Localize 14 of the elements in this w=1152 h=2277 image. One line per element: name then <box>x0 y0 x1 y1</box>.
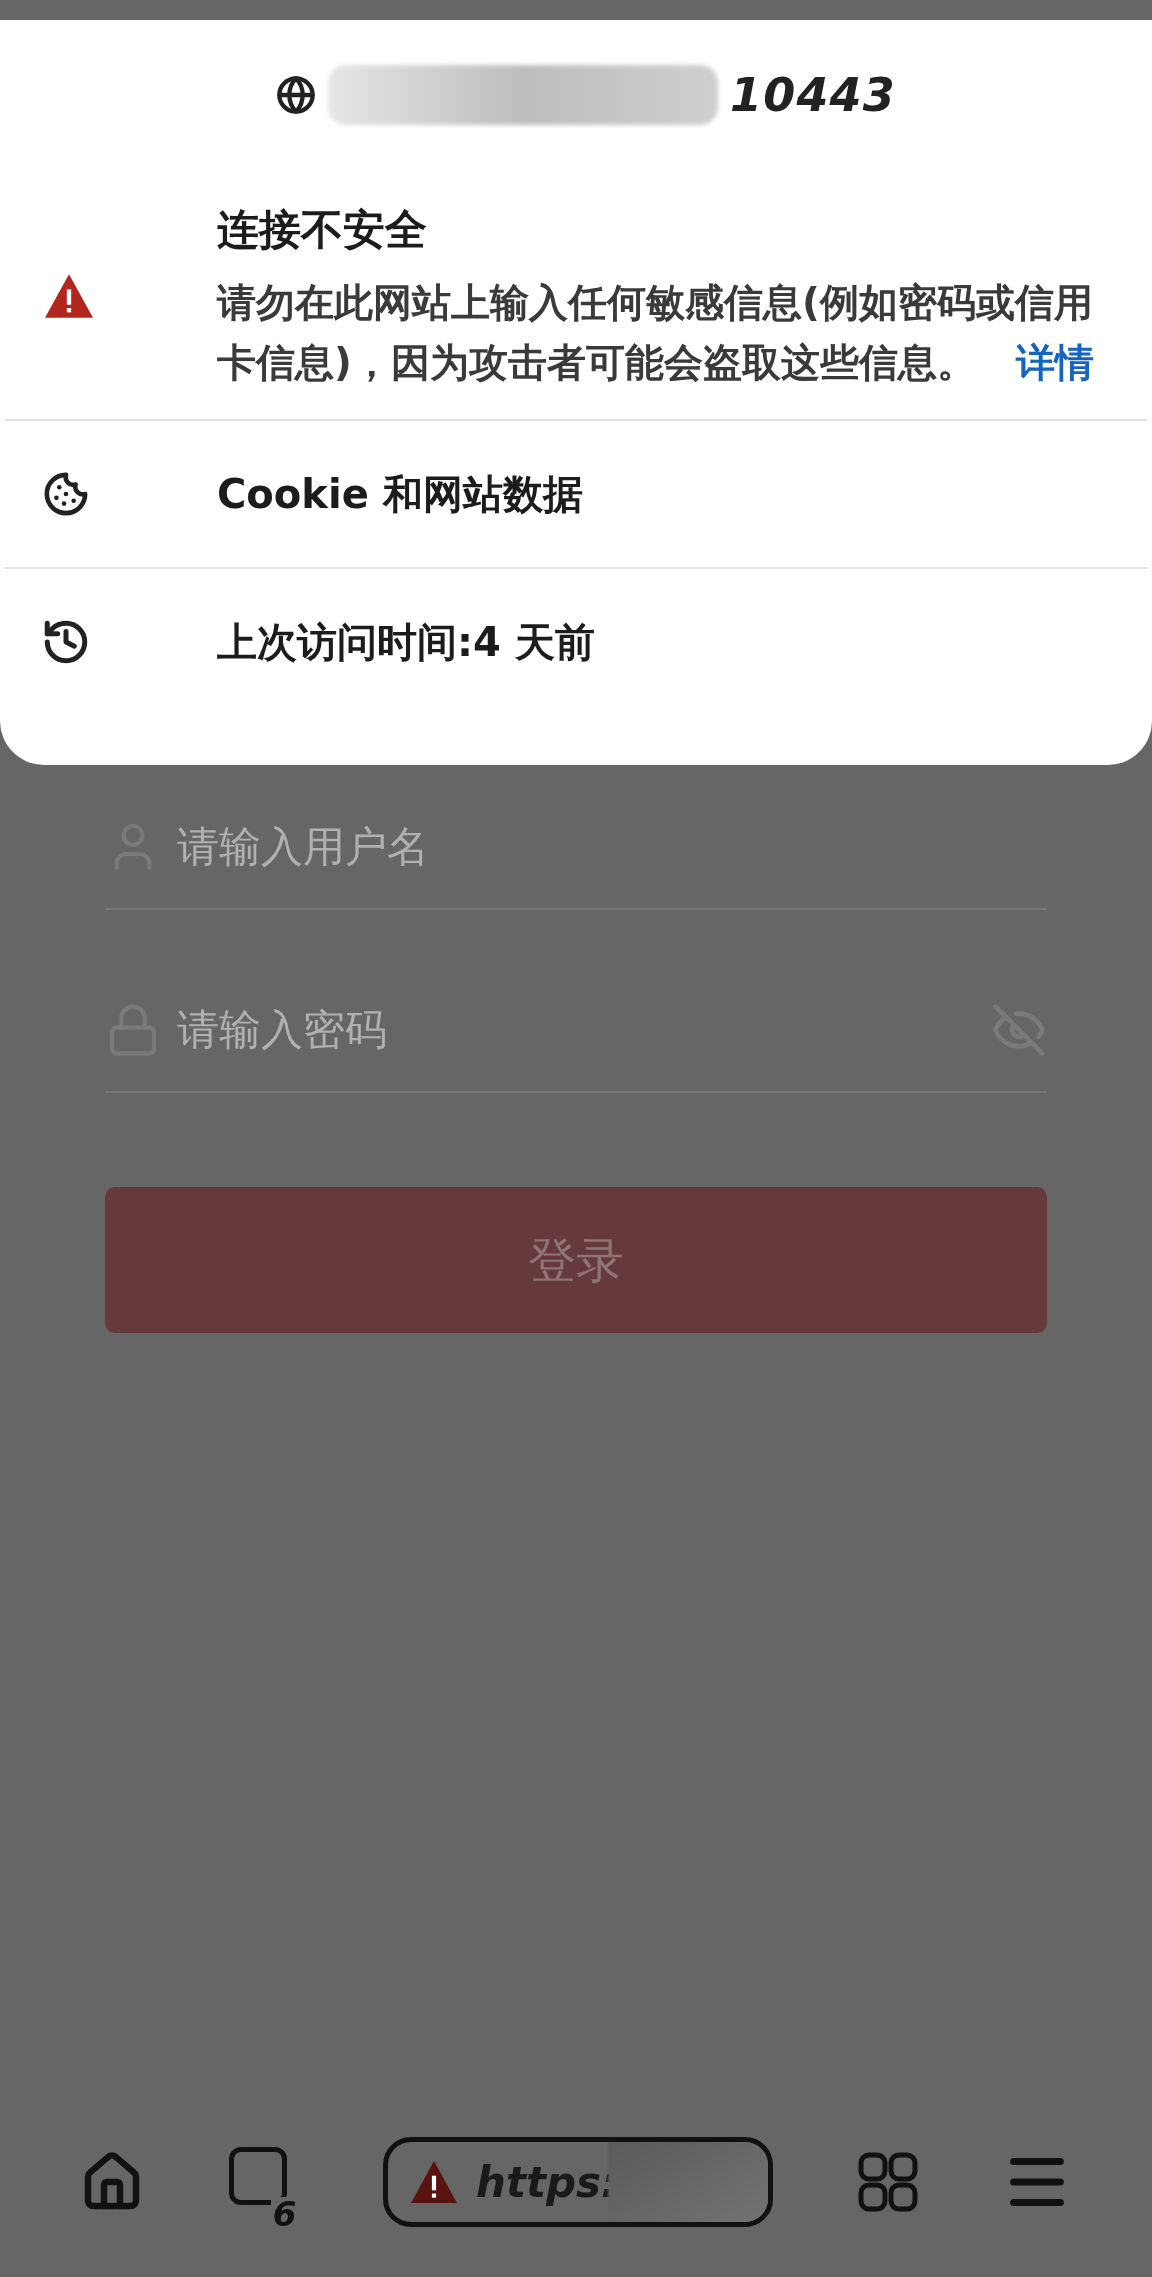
security-message: 请勿在此网站上输入任何敏感信息(例如密码或信用卡信息)，因为攻击者可能会盗取这些信息。 详情 <box>217 279 1095 387</box>
cookie-icon <box>43 471 89 517</box>
password-field[interactable]: 请输入密码 <box>177 998 975 1061</box>
address-bar[interactable]: https: <box>383 2137 773 2227</box>
port-number: 10443 <box>730 66 896 124</box>
warning-icon <box>408 2159 460 2205</box>
grid-icon[interactable] <box>857 2152 918 2212</box>
globe-icon <box>276 75 317 115</box>
username-field[interactable]: 请输入用户名 <box>177 815 1047 878</box>
site-info-row[interactable]: 上次访问时间:4 天前 <box>217 612 595 672</box>
site-info-row[interactable]: Cookie 和网站数据 <box>217 464 583 524</box>
url-text: https: <box>476 2156 618 2209</box>
security-title: 连接不安全 <box>217 204 428 256</box>
details-link[interactable]: 详情 <box>1015 340 1094 385</box>
